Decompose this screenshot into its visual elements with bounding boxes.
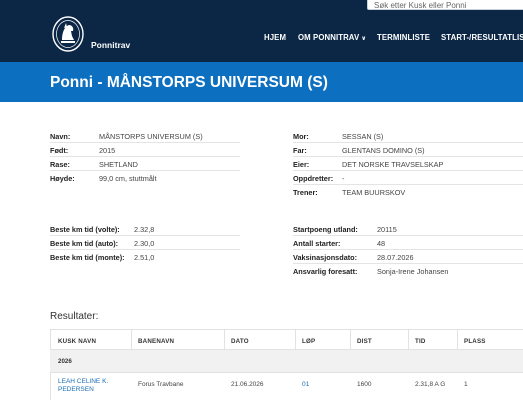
- detail-value: SESSAN (S): [342, 132, 384, 141]
- placement: 1: [464, 381, 468, 388]
- column-divider: [408, 329, 409, 349]
- search-input[interactable]: [368, 0, 523, 13]
- divider: [50, 142, 240, 143]
- nav-item-terminliste[interactable]: TERMINLISTE: [377, 33, 430, 42]
- stat-value: Sonja-Irene Johansen: [377, 267, 449, 276]
- stat-label: Vaksinasjonsdato:: [293, 253, 358, 262]
- search-box[interactable]: [367, 0, 523, 13]
- detail-label: Rase:: [50, 160, 70, 169]
- column-header-dato[interactable]: DATO: [231, 338, 249, 345]
- divider: [293, 156, 523, 157]
- detail-value: -: [342, 174, 345, 183]
- page-title: Ponni - MÅNSTORPS UNIVERSUM (S): [50, 74, 328, 91]
- column-divider: [350, 329, 351, 349]
- column-divider: [457, 329, 458, 349]
- divider: [293, 249, 523, 250]
- stat-label: Beste km tid (monte):: [50, 253, 125, 262]
- column-divider: [224, 329, 225, 349]
- divider: [293, 184, 523, 185]
- race-date: 21.06.2026: [231, 381, 264, 388]
- distance: 1600: [357, 381, 372, 388]
- column-header-dist[interactable]: DIST: [357, 338, 372, 345]
- detail-label: Høyde:: [50, 174, 75, 183]
- ponnitrav-logo-icon[interactable]: [50, 14, 86, 54]
- stat-value: 20115: [377, 225, 397, 234]
- stat-value: 2.32,8: [134, 225, 155, 234]
- detail-value: 99,0 cm, stuttmålt: [99, 174, 157, 183]
- nav-item-om-ponnitrav[interactable]: OM PONNITRAV ∨: [298, 33, 366, 42]
- nav-item-start-resultatliste[interactable]: START-/RESULTATLIS: [441, 33, 523, 42]
- divider: [293, 263, 523, 264]
- top-navigation-bar: Ponnitrav HJEM OM PONNITRAV∨ TERMINLISTE…: [0, 0, 523, 62]
- divider: [50, 249, 240, 250]
- nav-item-label: START-/RESULTATLIS: [441, 33, 523, 42]
- detail-label: Far:: [293, 146, 307, 155]
- driver-name-link[interactable]: LEAH CELINE K.: [58, 378, 108, 385]
- detail-label: Mor:: [293, 132, 309, 141]
- stat-value: 2.30,0: [134, 239, 155, 248]
- detail-value: GLENTANS DOMINO (S): [342, 146, 425, 155]
- column-header-kusk-navn[interactable]: KUSK NAVN: [58, 338, 96, 345]
- chevron-down-icon: ∨: [361, 36, 367, 42]
- detail-label: Født:: [50, 146, 69, 155]
- divider: [293, 142, 523, 143]
- detail-label: Navn:: [50, 132, 71, 141]
- column-header-lop[interactable]: LØP: [302, 338, 315, 345]
- detail-value: SHETLAND: [99, 160, 138, 169]
- stat-label: Startpoeng utland:: [293, 225, 358, 234]
- stat-value: 28.07.2026: [377, 253, 414, 262]
- divider: [50, 170, 240, 171]
- year-label: 2026: [58, 358, 72, 365]
- detail-value: DET NORSKE TRAVSELSKAP: [342, 160, 444, 169]
- detail-value: MÅNSTORPS UNIVERSUM (S): [99, 132, 203, 141]
- stat-value: 48: [377, 239, 386, 248]
- nav-item-label: HJEM: [264, 33, 287, 42]
- table-border-top: [50, 329, 523, 330]
- stat-label: Beste km tid (volte):: [50, 225, 120, 234]
- column-header-tid[interactable]: TID: [415, 338, 426, 345]
- brand-name[interactable]: Ponnitrav: [91, 40, 130, 50]
- year-group-row: [50, 350, 523, 372]
- detail-value: 2015: [99, 146, 116, 155]
- detail-label: Trener:: [293, 188, 318, 197]
- track-name: Forus Travbane: [138, 381, 184, 388]
- column-divider: [131, 329, 132, 349]
- stat-label: Beste km tid (auto):: [50, 239, 119, 248]
- divider: [50, 156, 240, 157]
- row-divider: [50, 372, 523, 373]
- detail-label: Eier:: [293, 160, 310, 169]
- divider: [293, 170, 523, 171]
- stat-label: Ansvarlig foresatt:: [293, 267, 358, 276]
- nav-item-label: OM PONNITRAV: [298, 33, 360, 42]
- column-header-plass[interactable]: PLASS: [464, 338, 486, 345]
- nav-item-label: TERMINLISTE: [377, 33, 431, 42]
- detail-value: TEAM BUURSKOV: [342, 188, 406, 197]
- driver-name-link-line2[interactable]: PEDERSEN: [58, 386, 94, 393]
- race-time: 2.31,8 A G: [415, 381, 446, 388]
- divider: [50, 235, 240, 236]
- race-number-link[interactable]: 01: [302, 381, 309, 388]
- detail-label: Oppdretter:: [293, 174, 334, 183]
- divider: [293, 235, 523, 236]
- column-divider: [295, 329, 296, 349]
- nav-item-hjem[interactable]: HJEM: [264, 33, 286, 42]
- stat-label: Antall starter:: [293, 239, 341, 248]
- results-heading: Resultater:: [50, 311, 99, 322]
- stat-value: 2.51,0: [134, 253, 155, 262]
- column-header-banenavn[interactable]: BANENAVN: [138, 338, 174, 345]
